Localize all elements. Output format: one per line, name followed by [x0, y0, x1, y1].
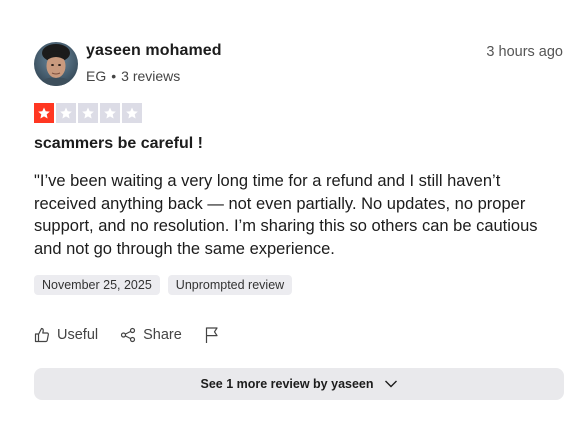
reviewer-meta: EG • 3 reviews — [86, 68, 180, 84]
thumbs-up-icon — [34, 327, 49, 343]
reviewer-name[interactable]: yaseen mohamed — [86, 42, 222, 60]
report-button[interactable] — [204, 326, 220, 344]
star-icon-empty — [78, 103, 98, 123]
flag-icon — [205, 327, 218, 343]
star-icon-empty — [122, 103, 142, 123]
meta-separator: • — [111, 68, 117, 84]
star-rating — [34, 103, 142, 123]
review-time-ago: 3 hours ago — [486, 44, 563, 60]
share-label: Share — [143, 327, 182, 343]
chevron-down-icon — [384, 380, 397, 388]
review-actions: Useful Share — [34, 326, 242, 344]
avatar[interactable] — [34, 42, 78, 86]
reviewer-review-count: 3 reviews — [121, 68, 181, 84]
star-icon-empty — [56, 103, 76, 123]
see-more-reviews-button[interactable]: See 1 more review by yaseen — [34, 368, 564, 400]
see-more-reviews-label: See 1 more review by yaseen — [200, 377, 374, 391]
useful-button[interactable]: Useful — [34, 327, 98, 343]
profile-photo-icon — [34, 42, 78, 86]
star-icon-empty — [100, 103, 120, 123]
review-body: "I’ve been waiting a very long time for … — [34, 172, 538, 258]
review-title: scammers be careful ! — [34, 135, 203, 152]
reviewer-country: EG — [86, 68, 107, 84]
review-date-tag: November 25, 2025 — [34, 275, 160, 295]
useful-label: Useful — [57, 327, 99, 343]
share-button[interactable]: Share — [120, 327, 182, 343]
review-type-tag[interactable]: Unprompted review — [167, 275, 293, 295]
share-icon — [121, 327, 136, 343]
star-icon-filled — [34, 103, 54, 123]
review-tags: November 25, 2025 Unprompted review — [34, 275, 293, 295]
